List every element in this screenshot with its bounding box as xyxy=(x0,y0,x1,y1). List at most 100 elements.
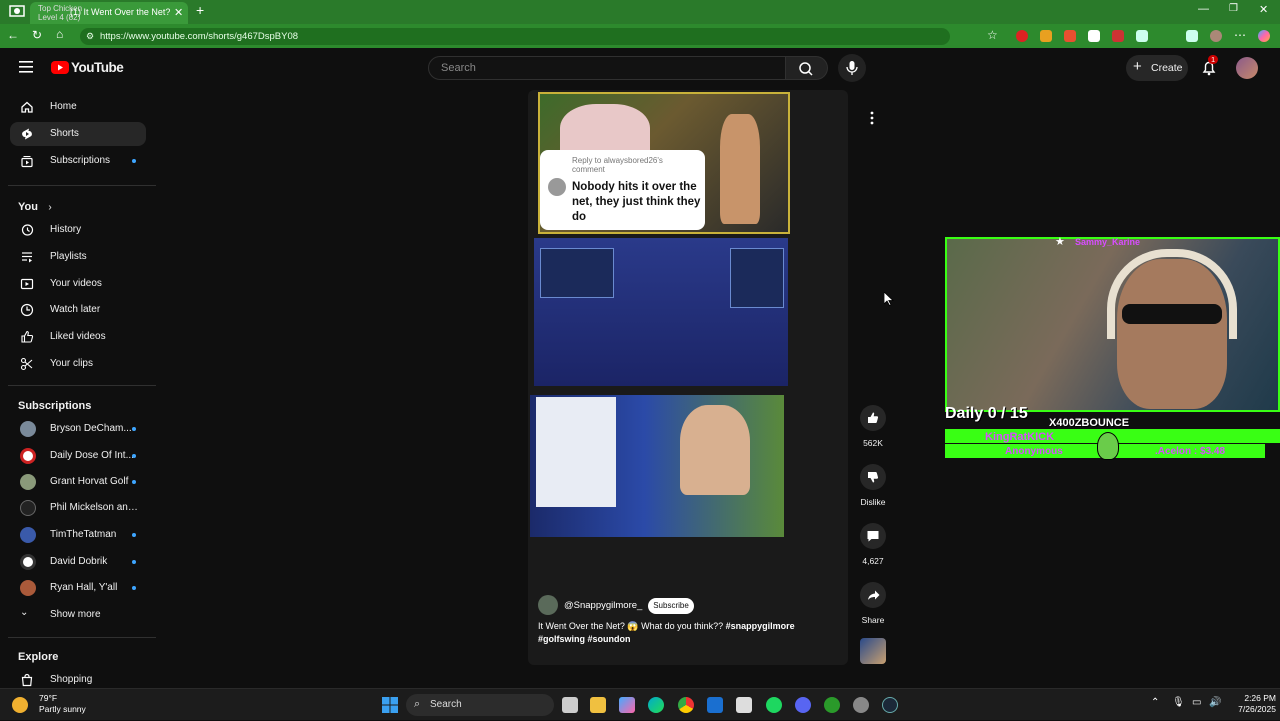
golfer-image xyxy=(720,114,760,224)
sidebar-subscription-item[interactable]: Bryson DeCham... xyxy=(10,417,146,441)
sidebar-item-your-clips[interactable]: Your clips xyxy=(10,352,146,376)
task-view-icon[interactable] xyxy=(562,697,578,713)
microphone-tray-icon[interactable]: 🎙 xyxy=(1172,697,1185,708)
search-button[interactable] xyxy=(786,56,828,80)
subscriptions-icon xyxy=(21,156,33,168)
channel-avatar xyxy=(20,474,36,490)
weather-condition: Partly sunny xyxy=(39,704,86,714)
tab-close-icon[interactable]: ✕ xyxy=(174,6,183,19)
extension-icon-5[interactable] xyxy=(1112,30,1124,42)
browser-profile-avatar[interactable] xyxy=(1210,30,1222,42)
spotify-icon[interactable] xyxy=(766,697,782,713)
sidebar-item-history[interactable]: History xyxy=(10,218,146,242)
like-count: 562K xyxy=(863,438,883,448)
home-browser-icon[interactable]: ⌂ xyxy=(56,27,63,41)
back-icon[interactable]: ← xyxy=(7,28,19,42)
create-label: Create xyxy=(1151,62,1183,74)
browser-tab-active[interactable]: Top Chicken Level 4 (82) (1) It Went Ove… xyxy=(30,2,188,24)
network-icon[interactable]: ▭ xyxy=(1192,697,1201,708)
create-button[interactable]: + Create xyxy=(1126,55,1188,81)
extension-icon-4[interactable] xyxy=(1088,30,1100,42)
notifications-button[interactable]: 1 xyxy=(1200,55,1219,77)
sidebar-item-home[interactable]: Home xyxy=(10,95,146,119)
system-clock[interactable]: 2:26 PM 7/26/2025 xyxy=(1226,693,1276,715)
you-section-header[interactable]: You › xyxy=(18,197,52,215)
sidebar-item-shorts[interactable]: Shorts xyxy=(10,122,146,146)
new-content-dot xyxy=(132,454,136,458)
browser-profile-icon[interactable] xyxy=(8,4,26,20)
sidebar-item-subscriptions[interactable]: Subscriptions xyxy=(10,149,146,173)
outlook-icon[interactable] xyxy=(707,697,723,713)
kick-user: KingRatKICK xyxy=(985,431,1055,443)
short-video-player[interactable]: Reply to alwaysbored26's comment Nobody … xyxy=(528,90,848,665)
minimize-button[interactable]: — xyxy=(1198,3,1209,15)
show-more-button[interactable]: ⌄ Show more xyxy=(10,603,146,627)
youtube-logo-text: YouTube xyxy=(71,60,124,75)
caption-text: It Went Over the Net? 😱 What do you thin… xyxy=(538,621,726,631)
volume-icon[interactable]: 🔊 xyxy=(1209,697,1221,708)
hamburger-menu-icon[interactable] xyxy=(19,61,33,73)
browser-menu-icon[interactable]: ⋯ xyxy=(1234,28,1246,42)
steam-icon[interactable] xyxy=(882,697,898,713)
sidebar-subscription-item[interactable]: David Dobrik xyxy=(10,550,146,574)
copilot-icon[interactable] xyxy=(1258,30,1270,42)
subscribe-button[interactable]: Subscribe xyxy=(648,598,694,614)
youtube-logo[interactable]: YouTube xyxy=(51,60,131,76)
sidebar-item-label: Home xyxy=(50,101,77,112)
search-icon xyxy=(799,62,813,76)
favorite-star-icon[interactable]: ☆ xyxy=(987,28,998,42)
sidebar-subscription-item[interactable]: Phil Mickelson and ... xyxy=(10,496,146,520)
taskbar-search-box[interactable]: ⌕ Search xyxy=(406,694,554,716)
share-button[interactable] xyxy=(860,582,886,608)
settings-icon[interactable] xyxy=(853,697,869,713)
more-options-icon[interactable] xyxy=(864,109,880,127)
sidebar-item-playlists[interactable]: Playlists xyxy=(10,245,146,269)
file-explorer-icon[interactable] xyxy=(590,697,606,713)
reload-icon[interactable]: ↻ xyxy=(32,28,42,42)
anonymous-label: Anonymous xyxy=(1005,446,1063,457)
extension-icon-1[interactable] xyxy=(1016,30,1028,42)
like-button[interactable] xyxy=(860,405,886,431)
sidebar-subscription-item[interactable]: Ryan Hall, Y'all xyxy=(10,576,146,600)
liked-videos-icon xyxy=(21,330,34,343)
extension-icon-2[interactable] xyxy=(1040,30,1052,42)
url-field[interactable]: ⚙ https://www.youtube.com/shorts/g467Dsp… xyxy=(80,28,950,45)
account-avatar[interactable] xyxy=(1236,57,1258,79)
sidebar-subscription-item[interactable]: Daily Dose Of Int... xyxy=(10,444,146,468)
sidebar-item-watch-later[interactable]: Watch later xyxy=(10,298,146,322)
new-tab-button[interactable]: + xyxy=(196,2,204,18)
xbox-icon[interactable] xyxy=(824,697,840,713)
comments-button[interactable] xyxy=(860,523,886,549)
edge-icon[interactable] xyxy=(648,697,664,713)
taskbar-search-label: Search xyxy=(430,699,462,710)
window-close-button[interactable]: ✕ xyxy=(1259,3,1268,16)
windows-start-icon[interactable] xyxy=(382,697,398,713)
sidebar-item-label: Your videos xyxy=(50,278,102,289)
extensions-puzzle-icon[interactable] xyxy=(1136,30,1148,42)
channel-avatar xyxy=(20,580,36,596)
sidebar-subscription-item[interactable]: TimTheTatman xyxy=(10,523,146,547)
calculator-icon[interactable] xyxy=(736,697,752,713)
shopping-icon xyxy=(21,673,33,687)
voice-search-button[interactable] xyxy=(838,54,866,82)
sidebar-item-label: Liked videos xyxy=(50,331,106,342)
favorites-icon[interactable] xyxy=(1186,30,1198,42)
show-hidden-icons-chevron[interactable]: ⌃ xyxy=(1151,697,1159,708)
weather-widget[interactable]: 79°F Partly sunny xyxy=(6,689,96,721)
sidebar-item-your-videos[interactable]: Your videos xyxy=(10,272,146,296)
copilot-taskbar-icon[interactable] xyxy=(619,697,635,713)
sound-thumbnail[interactable] xyxy=(860,638,886,664)
video-caption[interactable]: It Went Over the Net? 😱 What do you thin… xyxy=(538,620,828,646)
dislike-button[interactable] xyxy=(860,464,886,490)
maximize-button[interactable]: ❐ xyxy=(1229,3,1238,14)
chrome-icon[interactable] xyxy=(678,697,694,713)
site-info-icon[interactable]: ⚙ xyxy=(86,31,94,42)
channel-avatar[interactable] xyxy=(538,595,558,615)
video-frame-lower xyxy=(530,395,784,537)
creator-handle[interactable]: @Snappygilmore_ xyxy=(564,600,642,611)
extension-icon-3[interactable] xyxy=(1064,30,1076,42)
discord-icon[interactable] xyxy=(795,697,811,713)
sidebar-item-liked-videos[interactable]: Liked videos xyxy=(10,325,146,349)
sidebar-subscription-item[interactable]: Grant Horvat Golf xyxy=(10,470,146,494)
search-input[interactable]: Search xyxy=(428,56,786,80)
